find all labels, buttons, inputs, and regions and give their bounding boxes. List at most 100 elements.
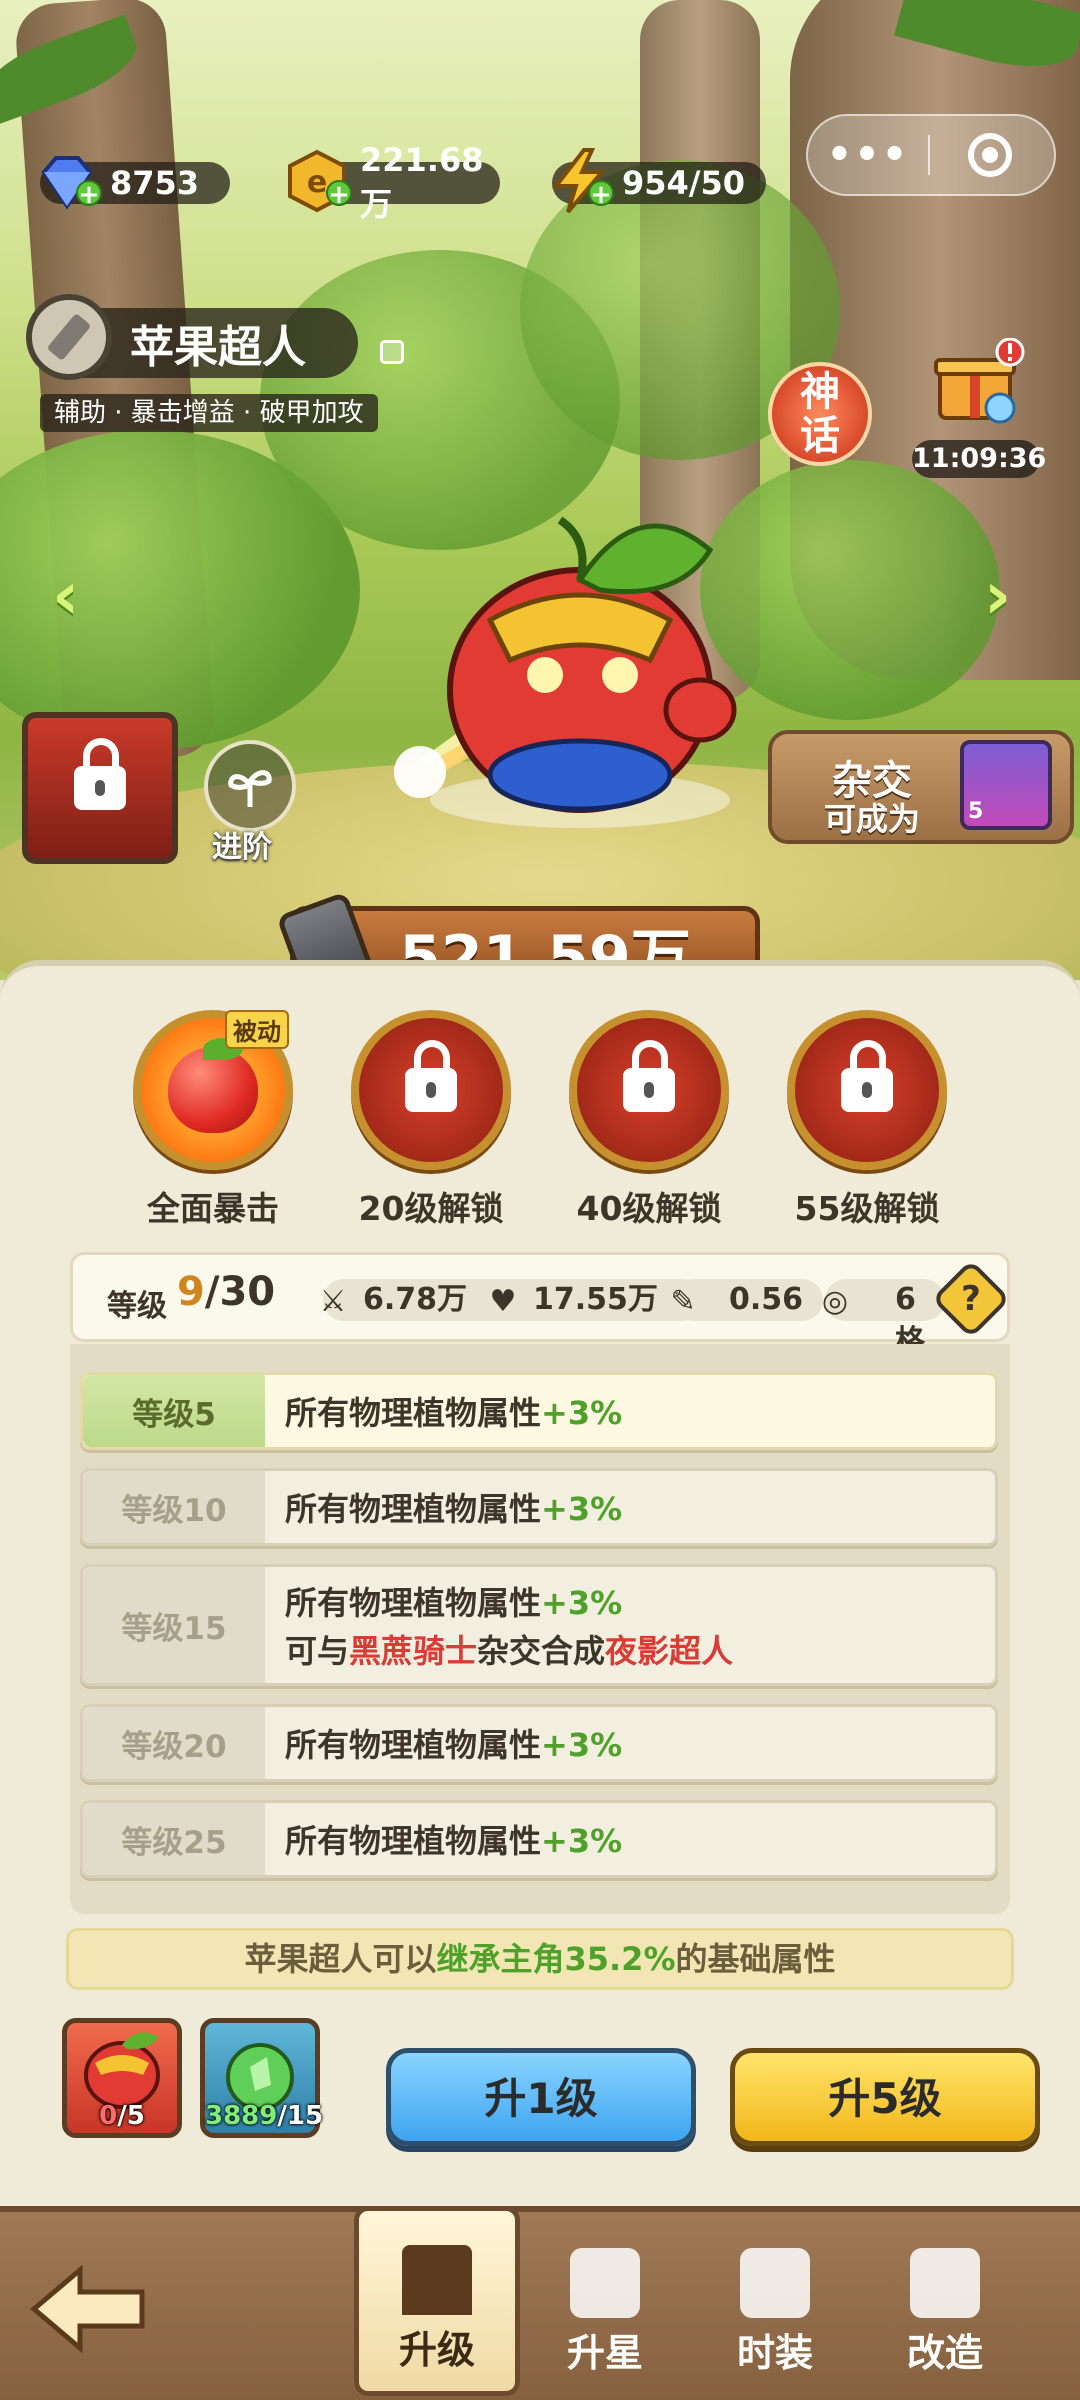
shirt-icon [740,2248,810,2318]
heart-icon: ♥ [489,1284,517,1319]
gem-counter[interactable]: + 8753 [40,156,230,210]
event-timer: 11:09:36 [912,440,1046,478]
attack-value: 6.78万 [363,1282,468,1317]
range-target-icon: ◎ [821,1284,849,1319]
hybrid-card[interactable]: 杂交 可成为 5 [768,730,1074,844]
level-desc: 所有物理植物属性+3% 可与黑蔗骑士杂交合成夜影超人 [285,1584,734,1670]
sword-class-icon [26,294,112,380]
level-row: 等级15 所有物理植物属性+3% 可与黑蔗骑士杂交合成夜影超人 [80,1564,998,1686]
level-bonus-list[interactable]: 等级5 所有物理植物属性+3% 等级10 所有物理植物属性+3% 等级15 所有… [70,1344,1010,1914]
level-tag: 等级10 [83,1471,265,1543]
level-value: 9/30 [177,1269,275,1315]
gem-amount: 8753 [110,164,200,202]
level-desc: 所有物理植物属性+3% [285,1394,623,1432]
miniapp-capsule: ••• [806,114,1056,196]
inherit-info: 苹果超人可以继承主角35.2%的基础属性 [66,1928,1014,1990]
level-current: 9 [177,1269,205,1315]
tab-label: 升星 [566,2331,643,2375]
tab-upgrade[interactable]: 升级 [354,2206,520,2396]
advance-label: 进阶 [212,830,272,865]
energy-counter[interactable]: + 954/50 [551,148,766,214]
lock-icon [74,738,126,810]
level-tag: 等级25 [83,1803,265,1875]
skill-orb [787,1010,947,1170]
rarity-badge[interactable]: 神 话 [768,362,872,466]
rarity-char: 神 [800,369,840,415]
exp-material[interactable]: 3889/15 [200,2018,324,2138]
coin-amount: 221.68万 [360,141,484,223]
skill-label: 20级解锁 [358,1189,504,1228]
level-desc: 所有物理植物属性+3% [285,1490,623,1528]
lock-icon [623,1040,675,1112]
bush [700,460,1000,720]
rarity-char: 话 [800,413,840,459]
level-label: 等级 [107,1289,167,1324]
tab-label: 改造 [906,2331,983,2375]
level-max: /30 [204,1269,276,1315]
passive-badge: 被动 [225,1010,289,1049]
level-tag: 等级5 [83,1375,265,1447]
apple-superhero-character [394,516,737,828]
sprout-pot-icon [570,2248,640,2318]
close-target-icon[interactable] [968,133,1012,177]
next-hero-arrow-icon[interactable]: › [984,563,1030,629]
energy-amount: 954/50 [622,164,746,202]
level-tag: 等级20 [83,1707,265,1779]
svg-text:e: e [307,165,327,200]
dna-icon [910,2248,980,2318]
level-up-5-button[interactable]: 升5级 [730,2048,1040,2146]
level-row: 等级20 所有物理植物属性+3% [80,1704,998,1782]
back-arrow-icon[interactable] [30,2264,150,2354]
hero-shard-material[interactable]: 0/5 [62,2018,182,2138]
add-coins-icon[interactable]: + [326,180,352,208]
skill-orb [569,1010,729,1170]
level-up-1-button[interactable]: 升1级 [386,2048,696,2146]
tab-label: 时装 [736,2331,813,2375]
attack-sword-icon: ⚔ [319,1284,347,1319]
hero-name: 苹果超人 [130,322,306,373]
lock-icon [405,1040,457,1112]
skill-orb: 被动 [133,1010,293,1170]
level-row: 等级25 所有物理植物属性+3% [80,1800,998,1878]
capsule-divider [928,135,930,175]
add-gems-icon[interactable]: + [76,180,102,208]
speed-value: 0.56 [729,1282,804,1317]
hero-tags: 辅助 · 暴击增益 · 破甲加攻 [40,394,378,432]
gift-box-icon[interactable] [930,338,1030,428]
locked-skin-card[interactable] [22,712,178,864]
stats-bar: 等级 9/30 ⚔ 6.78万 ♥ 17.55万 ✎ 0.56 ◎ 6格 ? [70,1252,1011,1359]
info-checkbox[interactable] [380,340,404,364]
hybrid-result-portrait: 5 [960,740,1052,830]
skill-slot-4[interactable]: 55级解锁 [784,1010,950,1230]
skill-slot-1[interactable]: 被动 全面暴击 [130,1010,296,1230]
tab-fashion[interactable]: 时装 [700,2242,850,2392]
coin-counter[interactable]: e + 221.68万 [288,141,500,223]
skill-orb [351,1010,511,1170]
level-desc: 所有物理植物属性+3% [285,1822,623,1860]
skill-slot-2[interactable]: 20级解锁 [348,1010,514,1230]
attack-speed-icon: ✎ [670,1284,696,1319]
level-tag: 等级15 [83,1567,265,1683]
tab-label: 升级 [398,2328,475,2372]
level-row: 等级5 所有物理植物属性+3% [80,1372,998,1450]
add-energy-icon[interactable]: + [588,180,614,208]
skill-label: 55级解锁 [794,1189,940,1228]
advance-sprout-icon[interactable] [204,740,296,832]
tab-modify[interactable]: 改造 [870,2242,1020,2392]
skill-label: 全面暴击 [147,1189,279,1228]
material-count: 0/5 [99,2101,145,2131]
material-count: 3889/15 [205,2101,324,2131]
lock-icon [841,1040,893,1112]
tab-star-up[interactable]: 升星 [530,2242,680,2392]
help-icon[interactable]: ? [931,1259,1011,1339]
level-row: 等级10 所有物理植物属性+3% [80,1468,998,1546]
skill-label: 40级解锁 [576,1189,722,1228]
level-desc: 所有物理植物属性+3% [285,1726,623,1764]
hp-value: 17.55万 [533,1282,658,1317]
upgrade-arrow-icon [402,2245,472,2315]
more-menu-icon[interactable]: ••• [808,132,928,178]
hybrid-level: 5 [968,799,984,824]
prev-hero-arrow-icon[interactable]: ‹ [52,563,98,629]
range-stat: ◎ 6格 [822,1279,945,1359]
skill-slot-3[interactable]: 40级解锁 [566,1010,732,1230]
